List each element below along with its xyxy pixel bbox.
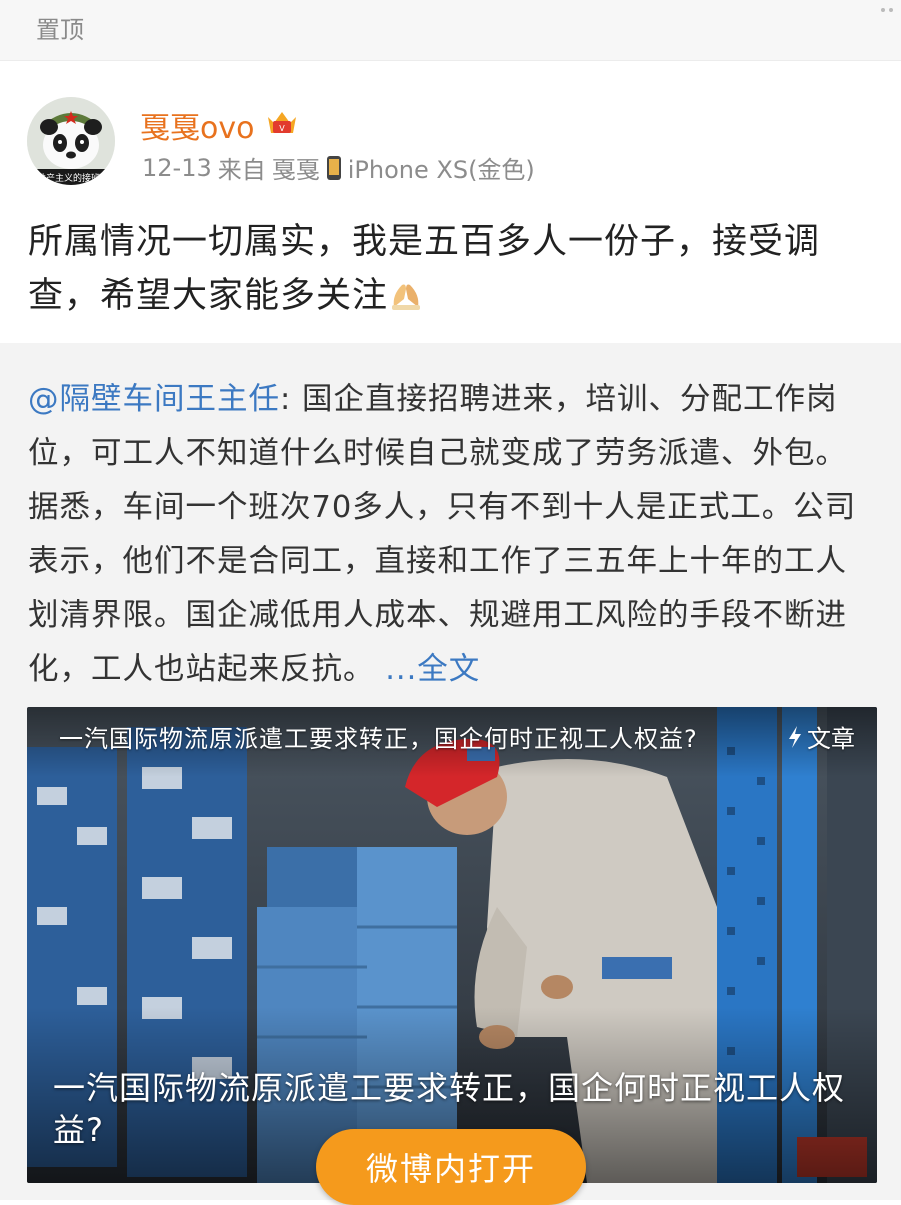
post-date: 12-13 bbox=[142, 153, 212, 182]
device-name[interactable]: iPhone XS(金色) bbox=[348, 150, 535, 185]
repost-text: @隔壁车间王主任: 国企直接招聘进来，培训、分配工作岗位，可工人不知道什么时候自… bbox=[28, 373, 873, 697]
article-tag-label: 文章 bbox=[807, 725, 855, 753]
pinned-header: 置顶 bbox=[0, 0, 901, 61]
pinned-label: 置顶 bbox=[36, 16, 84, 44]
vip-crown-icon[interactable]: V bbox=[266, 109, 298, 137]
folded-hands-icon bbox=[388, 273, 424, 310]
phone-icon bbox=[326, 155, 342, 181]
full-text-link[interactable]: ...全文 bbox=[385, 652, 480, 687]
article-tag: 文章 bbox=[787, 719, 855, 754]
source-prefix: 来自 bbox=[217, 156, 266, 184]
source-name: 戛戛 bbox=[271, 156, 320, 184]
user-name[interactable]: 戛戛ovo bbox=[140, 103, 254, 147]
mention-link[interactable]: @隔壁车间王主任 bbox=[28, 382, 280, 417]
avatar[interactable]: 共产主义的接班 bbox=[27, 97, 115, 185]
post-text: 所属情况一切属实，我是五百多人一份子，接受调查，希望大家能多关注 bbox=[28, 215, 868, 323]
svg-text:V: V bbox=[279, 124, 285, 133]
more-dots-icon[interactable] bbox=[881, 8, 895, 14]
article-card[interactable]: 一汽国际物流原派遣工要求转正，国企何时正视工人权益? 文章 一汽国际物流原派遣工… bbox=[27, 707, 877, 1183]
avatar-caption: 共产主义的接班 bbox=[37, 174, 101, 184]
open-in-weibo-button[interactable]: 微博内打开 bbox=[316, 1129, 586, 1205]
post-meta: 12-13 来自 戛戛 iPhone XS(金色) bbox=[142, 150, 535, 185]
repost-body: 国企直接招聘进来，培训、分配工作岗位，可工人不知道什么时候自己就变成了劳务派遣、… bbox=[28, 382, 857, 687]
mention-separator: : bbox=[280, 382, 302, 417]
lightning-icon bbox=[787, 725, 803, 749]
repost-block[interactable]: @隔壁车间王主任: 国企直接招聘进来，培训、分配工作岗位，可工人不知道什么时候自… bbox=[0, 343, 901, 1200]
article-top-title: 一汽国际物流原派遣工要求转正，国企何时正视工人权益? bbox=[59, 725, 698, 753]
